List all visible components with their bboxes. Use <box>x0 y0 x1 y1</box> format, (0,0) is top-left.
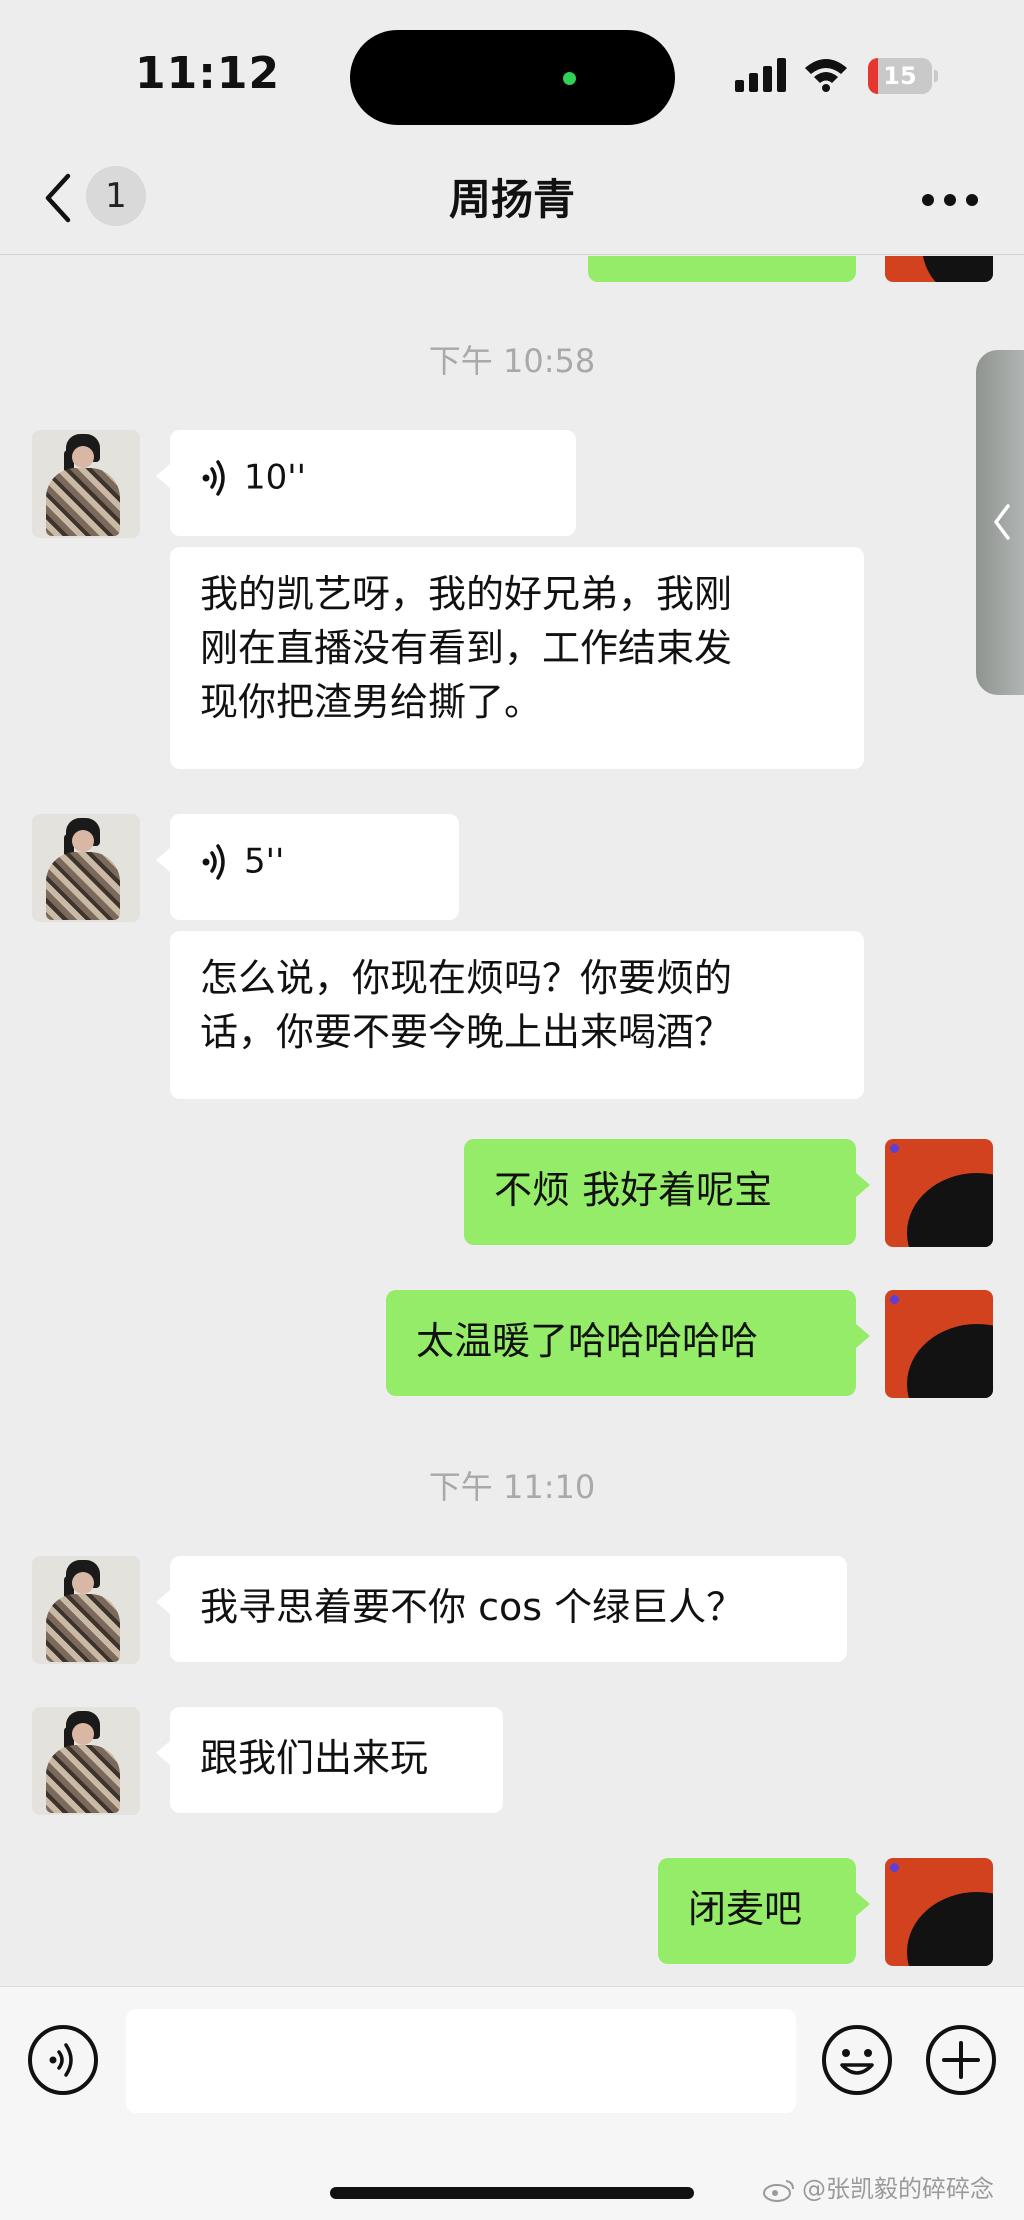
message-line: 刚在直播没有看到，工作结束发 <box>200 626 733 670</box>
text-message-bubble[interactable]: 闭麦吧 <box>658 1858 870 1964</box>
message-timestamp: 下午 10:58 <box>428 342 596 380</box>
voice-message-bubble[interactable]: 5'' <box>156 814 459 920</box>
text-message-bubble[interactable]: 我寻思着要不你 cos 个绿巨人？ <box>156 1556 847 1662</box>
voice-duration: 5'' <box>244 841 285 882</box>
message-timestamp: 下午 11:10 <box>428 1468 596 1506</box>
emoji-icon[interactable] <box>820 2023 894 2097</box>
voice-duration: 10'' <box>244 457 306 498</box>
partial-self-avatar <box>885 256 993 282</box>
text-message-bubble[interactable]: 跟我们出来玩 <box>156 1707 503 1813</box>
weibo-logo-icon <box>763 2180 794 2202</box>
chevron-left-icon <box>994 504 1010 540</box>
status-bar: 11:12 15 <box>0 0 1024 150</box>
home-indicator <box>330 2187 694 2199</box>
text-message-bubble[interactable]: 怎么说，你现在烦吗？你要烦的 话，你要不要今晚上出来喝酒？ <box>170 931 864 1099</box>
message-line: 话，你要不要今晚上出来喝酒？ <box>200 1010 733 1054</box>
status-time: 11:12 <box>135 48 281 99</box>
wifi-icon <box>805 59 847 92</box>
battery-icon: 15 <box>868 58 938 94</box>
partial-outgoing-bubble <box>588 256 856 282</box>
more-options-icon[interactable] <box>922 192 978 208</box>
contact-avatar[interactable] <box>32 1707 140 1815</box>
self-avatar[interactable] <box>885 1858 993 1966</box>
voice-input-icon[interactable] <box>26 2023 100 2097</box>
message-line: 现你把渣男给撕了。 <box>200 680 543 724</box>
cellular-signal-icon <box>735 58 786 92</box>
message-text-input[interactable] <box>126 2009 796 2113</box>
camera-indicator-dot <box>563 72 576 85</box>
plus-icon[interactable] <box>924 2023 998 2097</box>
voice-wave-icon <box>202 843 225 880</box>
contact-avatar[interactable] <box>32 814 140 922</box>
chat-header: 周扬青 1 <box>0 150 1024 255</box>
dynamic-island <box>350 30 675 125</box>
contact-avatar[interactable] <box>32 430 140 538</box>
contact-avatar[interactable] <box>32 1556 140 1664</box>
message-line: 怎么说，你现在烦吗？你要烦的 <box>200 956 733 1000</box>
message-line: 我的凯艺呀，我的好兄弟，我刚 <box>200 572 733 616</box>
message-list[interactable]: 下午 10:58 10'' 我的凯艺呀，我的好兄弟，我刚 刚在直播没有看到，工作… <box>0 256 1024 1986</box>
voice-wave-icon <box>202 459 225 496</box>
voice-message-bubble[interactable]: 10'' <box>156 430 576 536</box>
text-message-bubble[interactable]: 不烦 我好着呢宝 <box>464 1139 870 1245</box>
side-drawer-tab[interactable] <box>976 350 1024 695</box>
unread-count-badge[interactable]: 1 <box>86 166 146 226</box>
self-avatar[interactable] <box>885 1139 993 1247</box>
chat-title: 周扬青 <box>448 175 575 224</box>
battery-level: 15 <box>883 62 917 90</box>
watermark: @张凯毅的碎碎念 <box>762 2171 994 2207</box>
watermark-text: @张凯毅的碎碎念 <box>802 2175 994 2203</box>
message-input-bar: @张凯毅的碎碎念 <box>0 1986 1024 2220</box>
self-avatar[interactable] <box>885 1290 993 1398</box>
back-chevron-icon[interactable] <box>40 172 76 224</box>
text-message-bubble[interactable]: 我的凯艺呀，我的好兄弟，我刚 刚在直播没有看到，工作结束发 现你把渣男给撕了。 <box>170 547 864 769</box>
text-message-bubble[interactable]: 太温暖了哈哈哈哈哈 <box>386 1290 870 1396</box>
